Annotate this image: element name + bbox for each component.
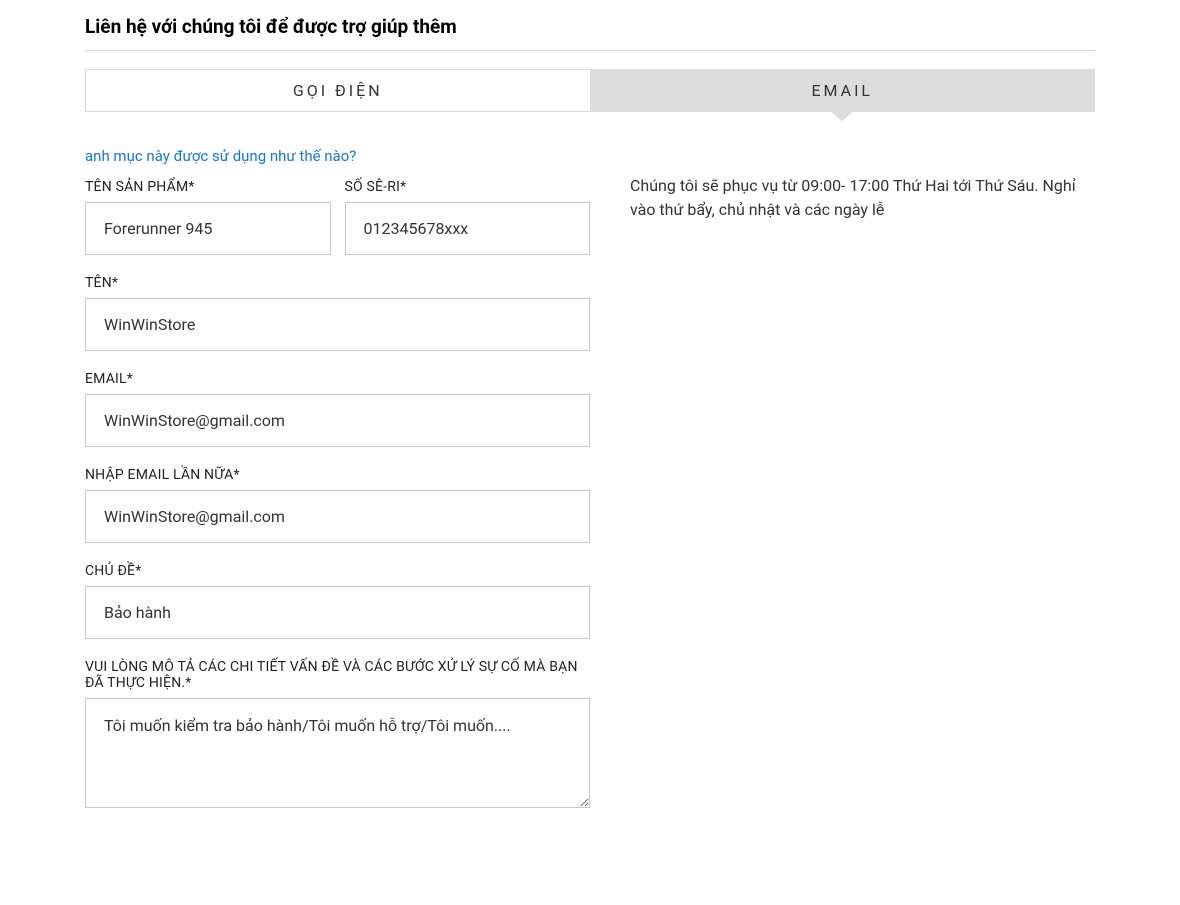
description-label: VUI LÒNG MÔ TẢ CÁC CHI TIẾT VẤN ĐỀ VÀ CÁ…	[85, 659, 590, 691]
tab-email[interactable]: EMAIL	[590, 69, 1096, 112]
product-name-label: TÊN SẢN PHẨM*	[85, 179, 331, 195]
name-field: TÊN*	[85, 275, 590, 351]
tab-call[interactable]: GỌI ĐIỆN	[85, 69, 590, 112]
service-hours-text: Chúng tôi sẽ phục vụ từ 09:00- 17:00 Thứ…	[630, 174, 1095, 222]
email-label: EMAIL*	[85, 371, 590, 387]
name-label: TÊN*	[85, 275, 590, 291]
email-field: EMAIL*	[85, 371, 590, 447]
email-input[interactable]	[85, 394, 590, 447]
subject-field: CHỦ ĐỀ*	[85, 563, 590, 639]
info-column: Chúng tôi sẽ phục vụ từ 09:00- 17:00 Thứ…	[630, 146, 1095, 828]
description-field: VUI LÒNG MÔ TẢ CÁC CHI TIẾT VẤN ĐỀ VÀ CÁ…	[85, 659, 590, 808]
help-link[interactable]: anh mục này được sử dụng như thế nào?	[85, 147, 356, 165]
serial-label: SỐ SÊ-RI*	[345, 179, 591, 195]
subject-input[interactable]	[85, 586, 590, 639]
email-confirm-label: NHẬP EMAIL LẦN NỮA*	[85, 467, 590, 483]
serial-field: SỐ SÊ-RI*	[345, 179, 591, 255]
description-textarea[interactable]	[85, 698, 590, 808]
product-name-field: TÊN SẢN PHẨM*	[85, 179, 331, 255]
email-confirm-field: NHẬP EMAIL LẦN NỮA*	[85, 467, 590, 543]
form-column: anh mục này được sử dụng như thế nào? TÊ…	[85, 146, 590, 828]
serial-input[interactable]	[345, 202, 591, 255]
product-name-input[interactable]	[85, 202, 331, 255]
tabs: GỌI ĐIỆN EMAIL	[85, 69, 1095, 112]
divider	[85, 50, 1095, 51]
content: anh mục này được sử dụng như thế nào? TÊ…	[85, 146, 1095, 828]
subject-label: CHỦ ĐỀ*	[85, 563, 590, 579]
email-confirm-input[interactable]	[85, 490, 590, 543]
page-title: Liên hệ với chúng tôi để được trợ giúp t…	[85, 15, 1095, 38]
name-input[interactable]	[85, 298, 590, 351]
